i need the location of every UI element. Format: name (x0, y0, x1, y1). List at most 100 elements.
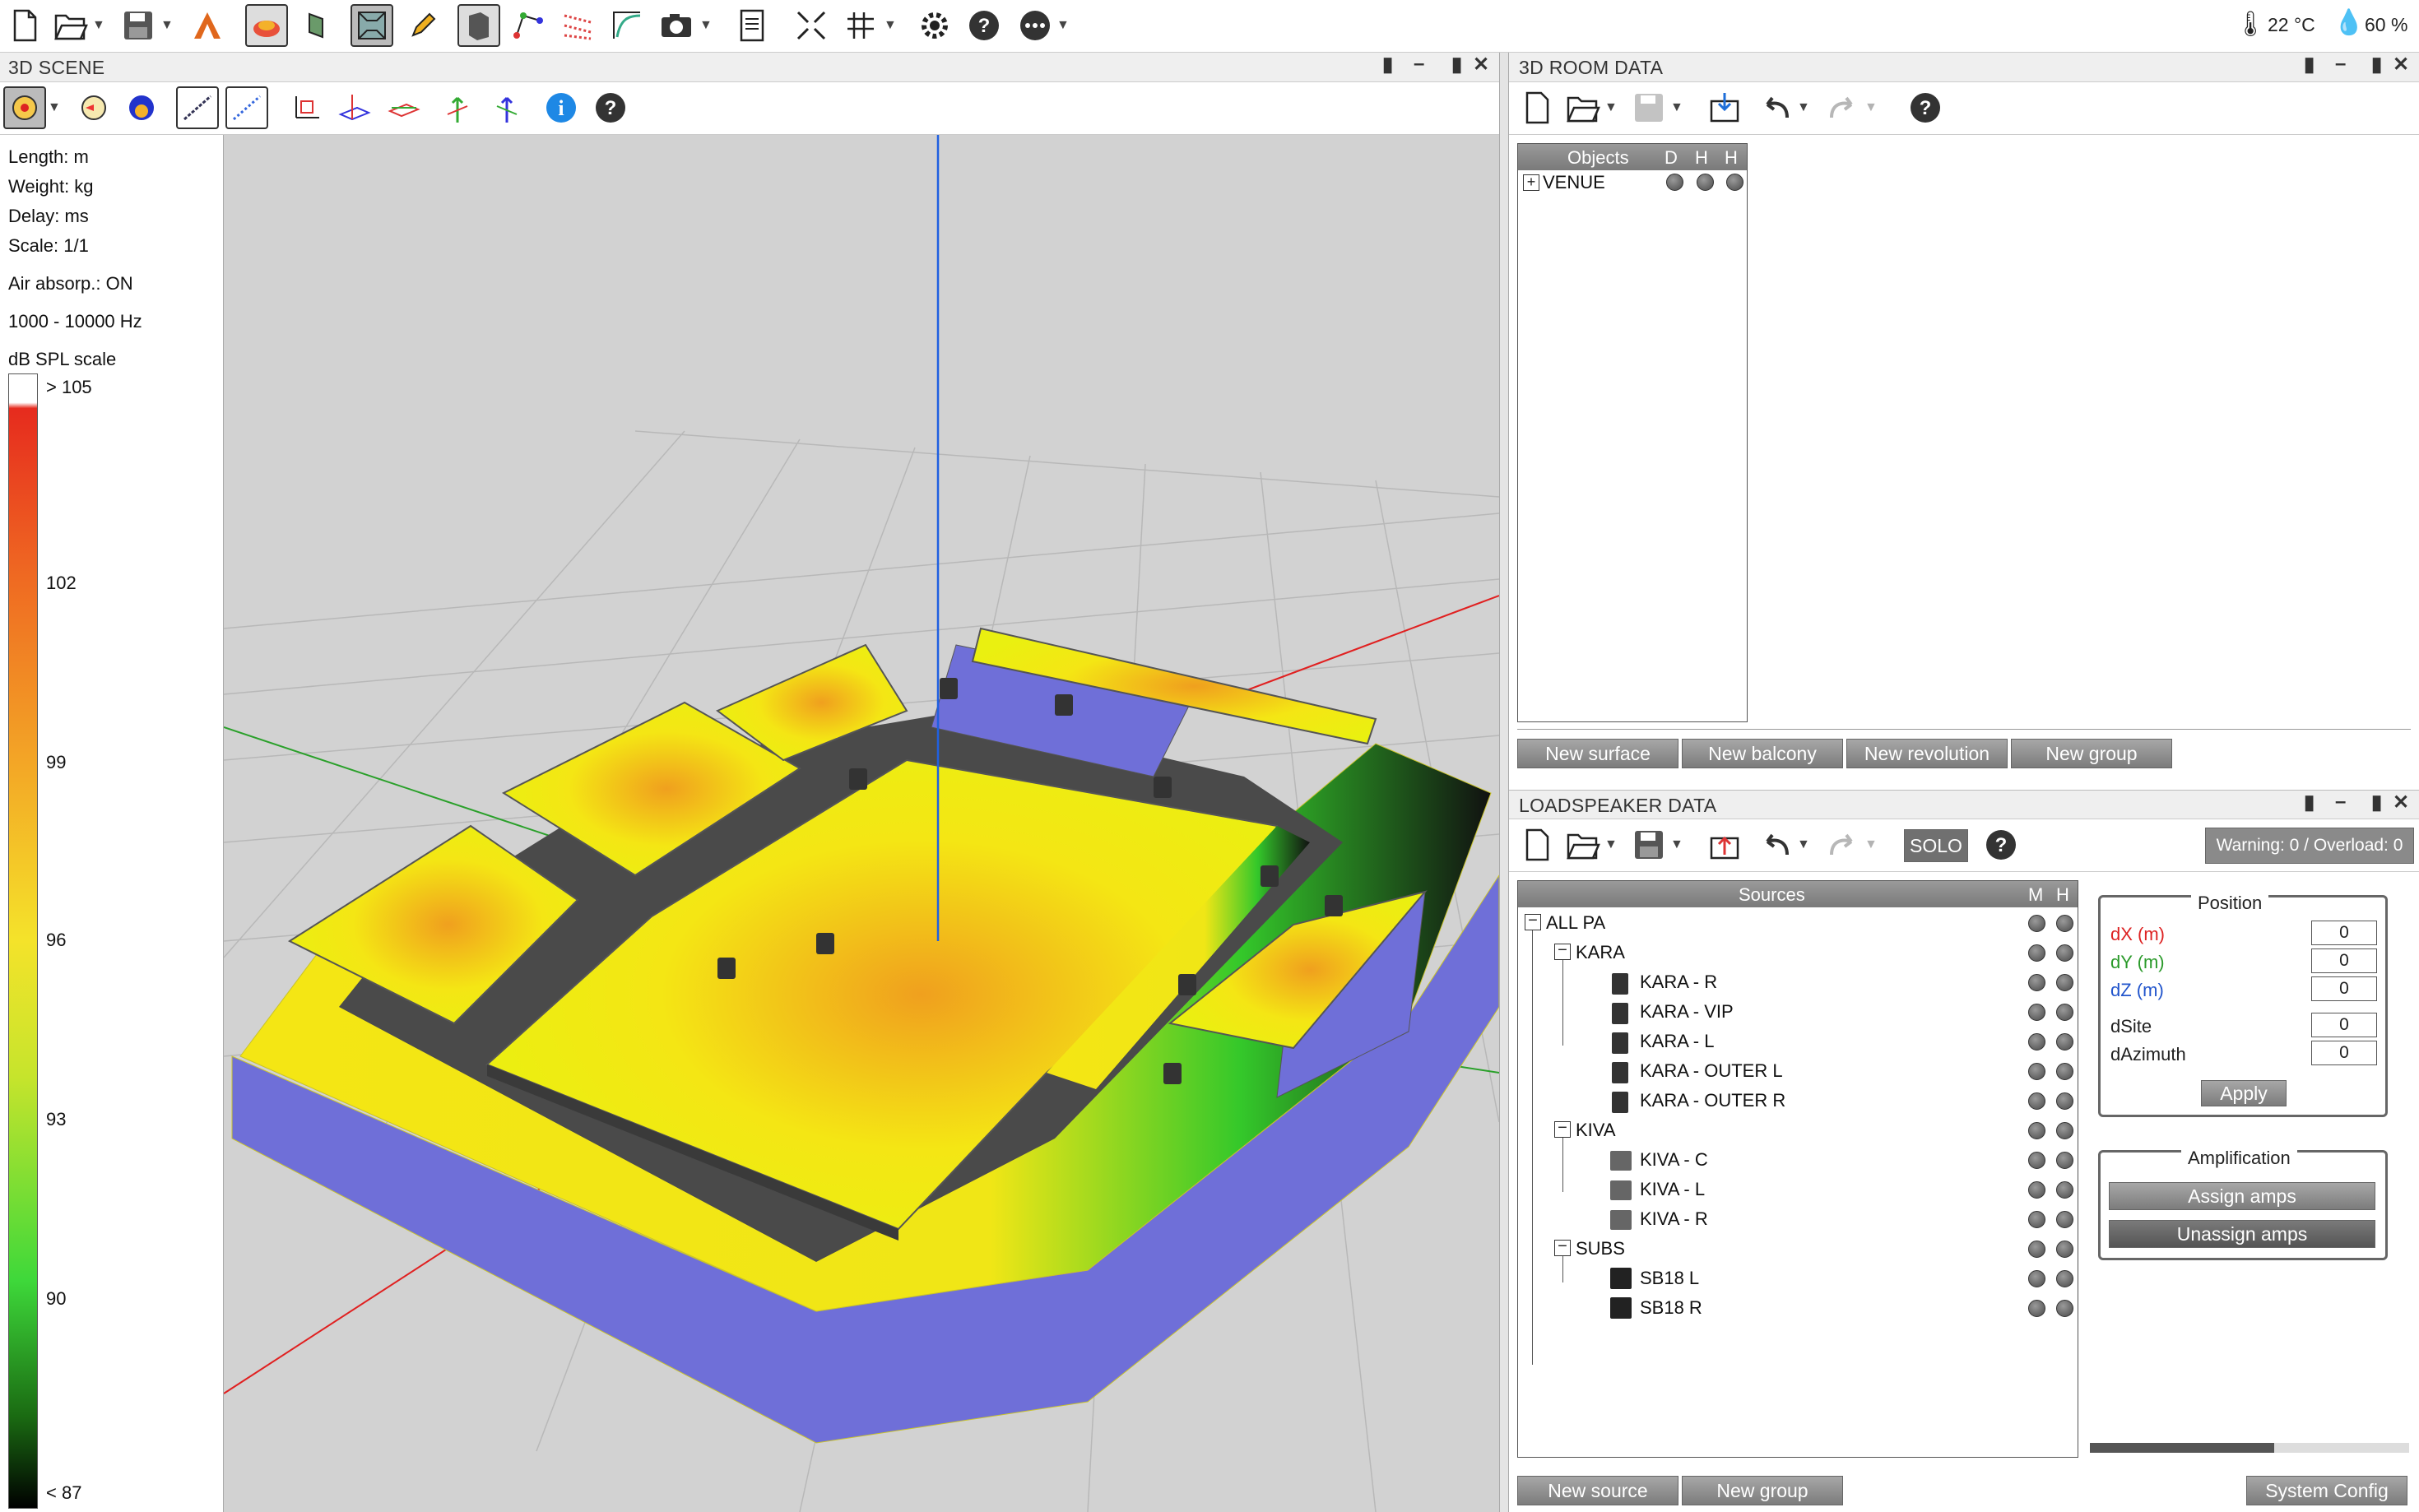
collapse-icon[interactable]: − (1554, 1120, 1571, 1138)
toggle-dot[interactable] (2028, 1300, 2045, 1317)
tree-item-source[interactable]: KARA - R (1640, 972, 1717, 993)
coverage-icon[interactable] (245, 4, 288, 47)
gear-icon[interactable] (913, 4, 956, 47)
source-mode-icon[interactable] (3, 86, 46, 129)
tree-item-source[interactable]: KIVA - C (1640, 1149, 1708, 1171)
toggle-dot[interactable] (2056, 944, 2073, 962)
chevron-down-icon[interactable]: ▼ (1670, 837, 1683, 852)
chevron-down-icon[interactable]: ▼ (1056, 18, 1070, 33)
close-icon[interactable]: ✕ (2393, 791, 2409, 814)
minimize-icon[interactable]: – (1414, 53, 1424, 76)
toggle-dot[interactable] (2056, 1063, 2073, 1080)
redo-icon[interactable] (1822, 86, 1864, 129)
tree-item-source[interactable]: SB18 L (1640, 1268, 1699, 1289)
assign-amps-button[interactable]: Assign amps (2109, 1182, 2375, 1210)
3d-viewport[interactable] (224, 135, 1499, 1512)
apply-button[interactable]: Apply (2201, 1080, 2287, 1106)
float-icon[interactable]: ▮ (1451, 53, 1462, 77)
toggle-dot[interactable] (2056, 1092, 2073, 1110)
expand-icon[interactable]: + (1523, 174, 1539, 191)
toggle-dot[interactable] (2056, 1004, 2073, 1021)
camera-icon[interactable] (655, 4, 698, 47)
toggle-dot[interactable] (2028, 1241, 2045, 1258)
system-config-button[interactable]: System Config (2246, 1476, 2407, 1505)
toggle-dot[interactable] (2056, 1152, 2073, 1169)
speaker-marker[interactable] (816, 933, 834, 954)
speaker-marker[interactable] (940, 678, 958, 699)
pen-icon[interactable] (402, 4, 444, 47)
room-box-icon[interactable] (457, 4, 500, 47)
tree-item-source[interactable]: SB18 R (1640, 1297, 1702, 1319)
visibility-toggle[interactable] (1726, 174, 1743, 191)
export-icon[interactable] (1703, 823, 1746, 866)
new-file-icon[interactable] (1516, 86, 1558, 129)
tree-item-source[interactable]: KARA - VIP (1640, 1001, 1734, 1023)
toggle-dot[interactable] (2056, 1300, 2073, 1317)
help-icon[interactable]: ? (963, 4, 1005, 47)
panel-splitter[interactable] (1499, 53, 1509, 1512)
scatter-icon[interactable] (556, 4, 599, 47)
toggle-dot[interactable] (2056, 1122, 2073, 1139)
toggle-dot[interactable] (2028, 944, 2045, 962)
dsite-input[interactable]: 0 (2311, 1013, 2377, 1037)
column-header[interactable]: H (1725, 147, 1738, 169)
chevron-down-icon[interactable]: ▼ (160, 18, 174, 33)
toggle-dot[interactable] (2028, 915, 2045, 932)
toggle-dot[interactable] (2056, 1241, 2073, 1258)
chevron-down-icon[interactable]: ▼ (1797, 837, 1810, 852)
new-balcony-button[interactable]: New balcony (1682, 739, 1843, 768)
pin-icon[interactable]: ▮ (2304, 53, 2315, 77)
axis-xy-icon[interactable] (285, 86, 327, 129)
dy-input[interactable]: 0 (2311, 948, 2377, 973)
info-icon[interactable]: i (540, 86, 583, 129)
line-tool-icon[interactable] (176, 86, 219, 129)
column-header[interactable]: H (1695, 147, 1708, 169)
save-icon[interactable] (117, 4, 160, 47)
toggle-dot[interactable] (2028, 974, 2045, 991)
tree-item-source[interactable]: KIVA - L (1640, 1179, 1705, 1200)
minimize-icon[interactable]: – (2335, 791, 2346, 814)
close-icon[interactable]: ✕ (1473, 53, 1489, 77)
visibility-toggle[interactable] (1666, 174, 1683, 191)
wrap-icon[interactable] (295, 4, 337, 47)
open-folder-icon[interactable] (1562, 86, 1604, 129)
tree-group-subs[interactable]: SUBS (1576, 1238, 1625, 1259)
chevron-down-icon[interactable]: ▼ (1864, 100, 1878, 115)
column-header[interactable]: D (1665, 147, 1678, 169)
chevron-down-icon[interactable]: ▼ (1670, 100, 1683, 115)
chevron-down-icon[interactable]: ▼ (1797, 100, 1810, 115)
new-group-button[interactable]: New group (2011, 739, 2172, 768)
import-icon[interactable] (1703, 86, 1746, 129)
rotate-axis-2-icon[interactable] (485, 86, 528, 129)
toggle-dot[interactable] (2056, 915, 2073, 932)
dx-input[interactable]: 0 (2311, 921, 2377, 945)
solo-button[interactable]: SOLO (1904, 829, 1968, 862)
speaker-marker[interactable] (717, 958, 736, 979)
collapse-icon[interactable]: − (1554, 942, 1571, 960)
new-surface-button[interactable]: New surface (1517, 739, 1678, 768)
toggle-dot[interactable] (2028, 1092, 2045, 1110)
tree-item-source[interactable]: KARA - OUTER L (1640, 1060, 1783, 1082)
rotate-axis-icon[interactable] (436, 86, 479, 129)
toggle-dot[interactable] (2028, 1270, 2045, 1287)
minimize-icon[interactable]: – (2335, 53, 2346, 76)
spl-map-icon[interactable] (120, 86, 163, 129)
tree-item-source[interactable]: KIVA - R (1640, 1208, 1708, 1230)
tree-group-kara[interactable]: KARA (1576, 942, 1625, 963)
new-file-icon[interactable] (3, 4, 46, 47)
axis-plane-icon[interactable] (332, 86, 375, 129)
chevron-down-icon[interactable]: ▼ (1604, 100, 1618, 115)
fit-view-icon[interactable] (790, 4, 833, 47)
tree-item-source[interactable]: KARA - OUTER R (1640, 1090, 1785, 1111)
spectrum-icon[interactable] (606, 4, 648, 47)
speaker-marker[interactable] (1154, 777, 1172, 798)
open-folder-icon[interactable] (49, 4, 92, 47)
speaker-marker[interactable] (1163, 1063, 1182, 1084)
dz-input[interactable]: 0 (2311, 976, 2377, 1001)
undo-icon[interactable] (1754, 86, 1797, 129)
grid-icon[interactable] (839, 4, 882, 47)
help-icon[interactable]: ? (1980, 823, 2022, 866)
chevron-down-icon[interactable]: ▼ (48, 100, 61, 115)
speaker-marker[interactable] (1325, 895, 1343, 916)
tree-item-source[interactable]: KARA - L (1640, 1031, 1714, 1052)
